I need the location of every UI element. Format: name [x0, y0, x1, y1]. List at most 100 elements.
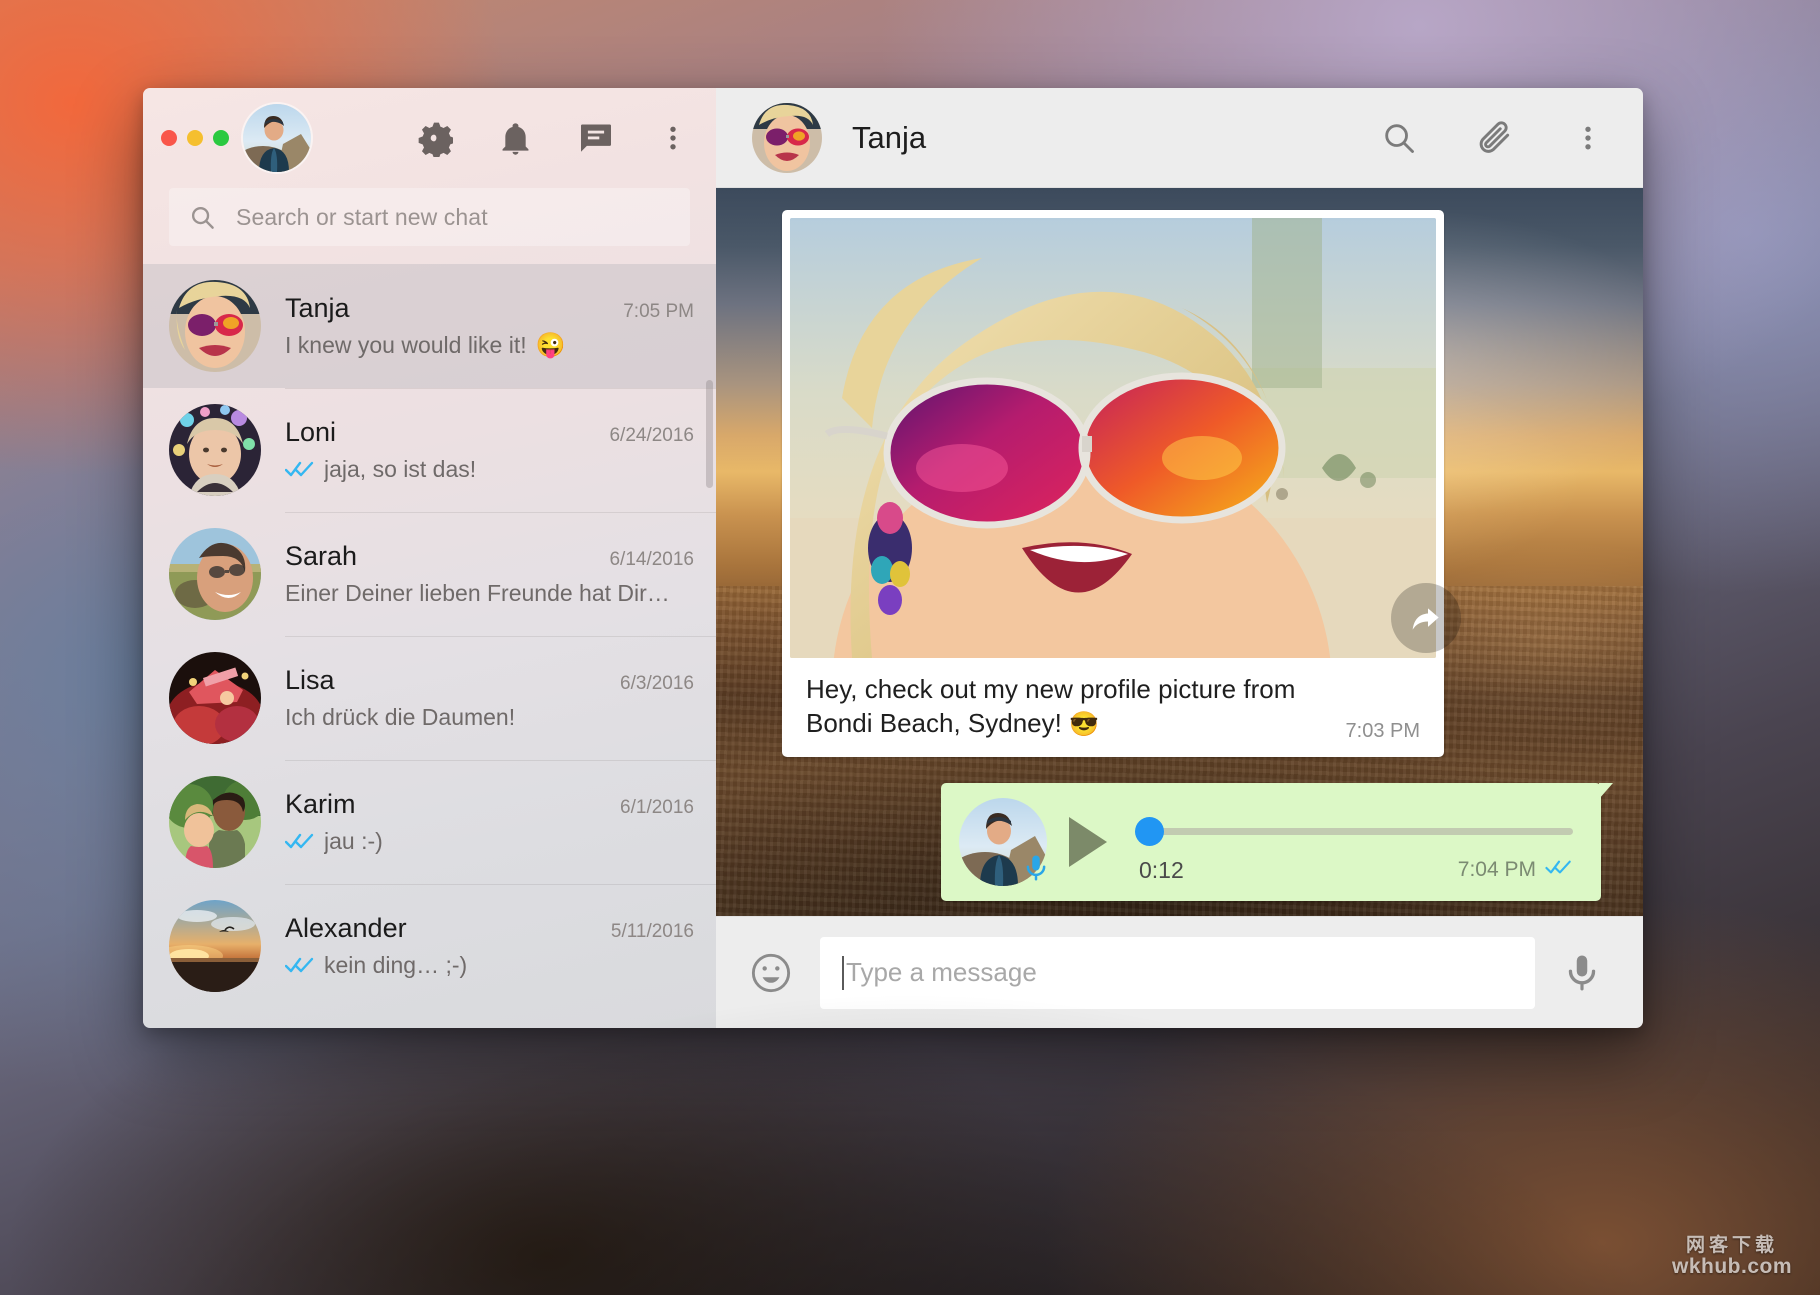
chat-item-preview: Einer Deiner lieben Freunde hat Dir…	[285, 580, 670, 606]
chat-item-meta: Alexander 5/11/2016 kein ding… ;-)	[285, 913, 694, 979]
voice-duration: 0:12	[1139, 856, 1184, 883]
chat-item-time: 6/14/2016	[609, 549, 694, 570]
settings-icon[interactable]	[415, 119, 453, 157]
chat-header-actions	[1381, 118, 1603, 158]
chat-list-item-loni[interactable]: Loni 6/24/2016 jaja, so ist das!	[143, 388, 716, 512]
chat-item-time: 7:05 PM	[623, 301, 694, 322]
chat-header: Tanja	[716, 88, 1643, 188]
forward-arrow-icon[interactable]	[1391, 583, 1461, 653]
voice-timestamp-group: 7:04 PM	[1458, 858, 1573, 882]
avatar	[169, 652, 261, 744]
voice-controls: 0:12 7:04 PM	[1135, 798, 1581, 886]
chat-item-name: Karim	[285, 789, 356, 819]
message-timestamp: 7:03 PM	[1345, 720, 1420, 743]
read-receipt-double-check-icon	[1545, 858, 1573, 882]
chat-list-item-tanja[interactable]: Tanja 7:05 PM I knew you would like it! …	[143, 264, 716, 388]
avatar	[169, 280, 261, 372]
chat-panel: Tanja Hey, check out my new profile pict…	[716, 88, 1643, 1028]
chat-item-meta: Lisa 6/3/2016 Ich drück die Daumen!	[285, 665, 694, 731]
paperclip-icon[interactable]	[1475, 118, 1515, 158]
divider	[285, 884, 716, 885]
chat-list-item-karim[interactable]: Karim 6/1/2016 jau :-)	[143, 760, 716, 884]
sidebar: Search or start new chat Tanja 7:05 PM I…	[143, 88, 716, 1028]
message-row-outgoing: 0:12 7:04 PM	[782, 782, 1613, 901]
chat-list[interactable]: Tanja 7:05 PM I knew you would like it! …	[143, 264, 716, 1028]
sunglasses-emoji: 😎	[1069, 711, 1099, 739]
chat-item-time: 6/3/2016	[620, 673, 694, 694]
avatar	[169, 900, 261, 992]
play-icon[interactable]	[1069, 816, 1107, 867]
divider	[285, 264, 716, 265]
search-placeholder: Search or start new chat	[236, 203, 488, 230]
my-profile-avatar[interactable]	[243, 104, 311, 172]
chat-list-item-lisa[interactable]: Lisa 6/3/2016 Ich drück die Daumen!	[143, 636, 716, 760]
watermark-chinese: 网客下载	[1685, 1235, 1778, 1257]
sidebar-action-icons	[415, 119, 694, 157]
voice-seek-knob[interactable]	[1135, 816, 1164, 846]
message-bubble-voice[interactable]: 0:12 7:04 PM	[941, 782, 1613, 901]
message-photo[interactable]	[790, 218, 1436, 658]
caption-line-1: Hey, check out my new profile picture fr…	[806, 674, 1296, 704]
wink-tongue-emoji: 😜	[535, 331, 566, 359]
search-icon[interactable]	[1381, 120, 1417, 156]
window-traffic-lights	[161, 130, 229, 146]
message-input[interactable]: Type a message	[820, 936, 1535, 1009]
chat-title: Tanja	[852, 119, 927, 155]
emoji-smiley-icon[interactable]	[748, 950, 794, 996]
bell-icon[interactable]	[497, 120, 534, 157]
sidebar-scrollbar[interactable]	[706, 380, 713, 488]
message-timestamp: 7:04 PM	[1457, 857, 1536, 881]
read-receipt-double-check-icon	[285, 956, 315, 975]
search-input[interactable]: Search or start new chat	[169, 188, 690, 246]
divider	[285, 388, 716, 389]
overflow-menu-icon[interactable]	[658, 123, 688, 153]
message-input-placeholder: Type a message	[846, 957, 1037, 987]
contact-avatar[interactable]	[752, 102, 822, 173]
whatsapp-window: Search or start new chat Tanja 7:05 PM I…	[143, 88, 1643, 1028]
chat-item-name: Loni	[285, 417, 337, 447]
voice-sender-avatar	[959, 797, 1047, 886]
chat-list-item-alexander[interactable]: Alexander 5/11/2016 kein ding… ;-)	[143, 884, 716, 1008]
chat-item-preview: Ich drück die Daumen!	[285, 704, 516, 730]
overflow-menu-icon[interactable]	[1573, 123, 1603, 153]
text-caret	[842, 955, 844, 990]
chat-list-item-sarah[interactable]: Sarah 6/14/2016 Einer Deiner lieben Freu…	[143, 512, 716, 636]
message-bubble-image[interactable]: Hey, check out my new profile picture fr…	[782, 210, 1444, 757]
watermark-domain: wkhub.com	[1671, 1254, 1792, 1278]
chat-item-meta: Karim 6/1/2016 jau :-)	[285, 789, 694, 855]
avatar	[169, 528, 261, 620]
divider	[285, 636, 716, 637]
chat-item-meta: Loni 6/24/2016 jaja, so ist das!	[285, 417, 694, 483]
divider	[285, 760, 716, 761]
desktop-background: Search or start new chat Tanja 7:05 PM I…	[0, 0, 1820, 1295]
chat-item-name: Lisa	[285, 665, 335, 695]
chat-item-preview: jaja, so ist das!	[324, 456, 477, 482]
sidebar-toolbar	[143, 88, 716, 188]
minimize-window-button[interactable]	[187, 130, 203, 146]
message-area[interactable]: Hey, check out my new profile picture fr…	[716, 188, 1643, 916]
mic-icon	[1021, 853, 1051, 888]
chat-item-preview: jau :-)	[324, 828, 383, 854]
chat-item-name: Alexander	[285, 913, 407, 943]
close-window-button[interactable]	[161, 130, 177, 146]
divider	[285, 512, 716, 513]
chat-item-name: Tanja	[285, 293, 350, 323]
read-receipt-double-check-icon	[285, 460, 315, 479]
avatar	[169, 404, 261, 496]
chat-item-preview: I knew you would like it!	[285, 332, 527, 358]
search-icon	[189, 204, 216, 231]
zoom-window-button[interactable]	[213, 130, 229, 146]
chat-item-meta: Tanja 7:05 PM I knew you would like it! …	[285, 293, 694, 359]
new-chat-icon[interactable]	[578, 120, 614, 156]
read-receipt-double-check-icon	[285, 832, 315, 851]
search-container: Search or start new chat	[143, 188, 716, 264]
chat-item-time: 6/1/2016	[620, 797, 694, 818]
chat-item-time: 6/24/2016	[609, 425, 694, 446]
chat-item-preview: kein ding… ;-)	[324, 952, 468, 978]
watermark: 网客下载 wkhub.com	[1672, 1236, 1792, 1277]
message-scroll: Hey, check out my new profile picture fr…	[716, 188, 1643, 916]
mic-icon[interactable]	[1561, 952, 1603, 994]
chat-item-time: 5/11/2016	[610, 921, 694, 942]
voice-seek-bar[interactable]	[1135, 816, 1573, 846]
avatar	[169, 776, 261, 868]
